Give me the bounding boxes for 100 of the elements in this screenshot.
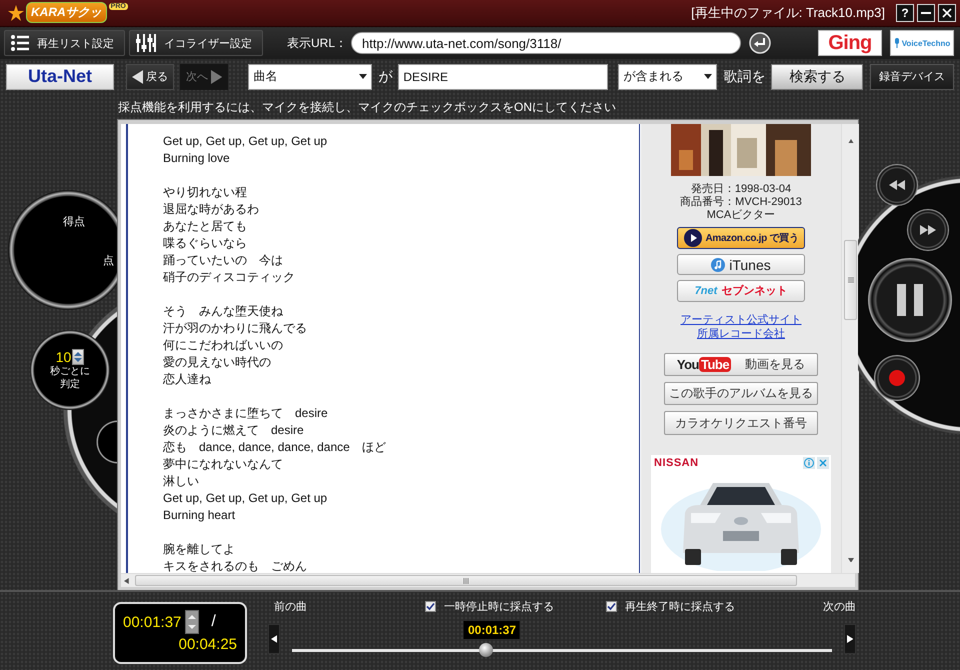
sidebar-link[interactable]: アーティスト公式サイト bbox=[680, 312, 802, 327]
sidebar-button[interactable]: カラオケリクエスト番号 bbox=[664, 411, 818, 435]
lyric-line: Burning heart bbox=[163, 507, 236, 524]
lyric-line: 夢中になれないなんて bbox=[163, 456, 284, 474]
lyric-line: 炎のように燃えて desire bbox=[163, 422, 305, 440]
query-field[interactable]: DESIRE bbox=[398, 64, 608, 90]
option-label: 一時停止時に採点する bbox=[444, 600, 554, 614]
record-icon bbox=[889, 370, 905, 386]
lyric-line: 汗が羽のかわりに飛んでる bbox=[163, 320, 308, 338]
lyric-line: 踊っていたいの 今は bbox=[163, 252, 284, 270]
search-button[interactable]: 検索する bbox=[771, 64, 864, 90]
lyric-line: Get up, Get up, Get up, Get up bbox=[163, 490, 328, 508]
lyric-line: あなたと居ても bbox=[163, 218, 248, 236]
next-track-label: 次の曲 bbox=[823, 600, 856, 614]
next-track-button[interactable] bbox=[844, 624, 856, 654]
app-logo: KARAサクッ bbox=[26, 2, 107, 24]
uta-net-logo[interactable]: Uta-Net bbox=[6, 64, 114, 90]
left-arrow-icon bbox=[132, 70, 144, 84]
back-button[interactable]: 戻る bbox=[126, 64, 174, 90]
equalizer-settings-button[interactable]: イコライザー設定 bbox=[129, 30, 263, 56]
ging-logo[interactable]: Ging bbox=[818, 30, 882, 56]
ad-banner[interactable]: NISSAN bbox=[651, 454, 831, 574]
caret-icon bbox=[359, 74, 368, 80]
interval-label: 秒ごとに bbox=[50, 365, 90, 378]
left-arrow-icon bbox=[270, 635, 278, 644]
equalizer-icon bbox=[136, 34, 156, 52]
fast-forward-button[interactable] bbox=[907, 209, 949, 252]
checkbox[interactable] bbox=[425, 600, 436, 612]
microphone-icon bbox=[894, 38, 900, 48]
previous-track-button[interactable] bbox=[268, 624, 280, 654]
scrollbar-thumb[interactable] bbox=[844, 240, 857, 320]
sidebar-button[interactable]: この歌手のアルバムを見る bbox=[664, 382, 818, 406]
youtube-button[interactable]: YouTube 動画を見る bbox=[664, 352, 818, 376]
interval-value[interactable]: 10 bbox=[56, 349, 72, 366]
list-icon bbox=[11, 35, 29, 52]
amazon-button[interactable]: Amazon.co.jp で買う bbox=[677, 227, 805, 249]
lyric-line: 淋しい bbox=[163, 473, 200, 490]
ad-brand: NISSAN bbox=[654, 456, 699, 469]
time-separator: / bbox=[211, 613, 216, 632]
lyric-line: 喋るぐらいなら bbox=[163, 235, 248, 252]
vertical-scrollbar[interactable] bbox=[841, 124, 859, 574]
rewind-icon bbox=[889, 180, 905, 190]
notice-text: 採点機能を利用するには、マイクを接続し、マイクのチェックボックスをONにしてください bbox=[118, 98, 616, 116]
lyric-line: Burning love bbox=[163, 150, 231, 168]
position-time: 00:01:37 bbox=[464, 621, 520, 640]
seek-thumb[interactable] bbox=[479, 643, 494, 658]
lyric-line: 恋人達ね bbox=[163, 371, 212, 388]
minimize-button[interactable] bbox=[917, 4, 935, 22]
url-label: 表示URL： bbox=[287, 34, 348, 52]
checkbox[interactable] bbox=[606, 600, 617, 612]
play-icon bbox=[684, 229, 702, 248]
seek-bar[interactable] bbox=[292, 643, 832, 658]
pause-icon bbox=[897, 284, 923, 316]
lyric-line: そう みんな堕天使ね bbox=[163, 303, 284, 320]
field-select[interactable]: 曲名 bbox=[248, 64, 372, 90]
previous-track-label: 前の曲 bbox=[274, 600, 307, 614]
spinner-icon[interactable] bbox=[185, 610, 200, 634]
playlist-settings-button[interactable]: 再生リスト設定 bbox=[4, 30, 125, 56]
music-note-icon bbox=[711, 258, 726, 272]
release-date: 発売日：1998-03-04 bbox=[690, 183, 792, 196]
total-time: 00:04:25 bbox=[178, 636, 237, 654]
enter-icon[interactable] bbox=[749, 32, 772, 54]
scroll-down-icon bbox=[848, 558, 854, 562]
lyric-line: 愛の見えない時代の bbox=[163, 354, 272, 372]
itunes-button[interactable]: iTunes bbox=[677, 254, 805, 276]
sevennet-logo: 7net bbox=[694, 284, 718, 297]
url-field[interactable]: http://www.uta-net.com/song/3118/ bbox=[351, 32, 742, 54]
scrollbar-thumb[interactable] bbox=[134, 575, 797, 586]
match-select[interactable]: が含まれる bbox=[618, 64, 718, 90]
spinner-icon[interactable] bbox=[72, 349, 84, 366]
record-label: MCAビクター bbox=[706, 209, 776, 222]
right-arrow-icon bbox=[846, 635, 854, 644]
score-label: 得点 bbox=[63, 214, 85, 230]
youtube-logo: YouTube bbox=[676, 356, 732, 372]
recording-device-button[interactable]: 録音デバイス bbox=[870, 64, 954, 90]
close-icon[interactable] bbox=[817, 456, 829, 469]
lyric-line: 何にこだわればいいの bbox=[163, 337, 284, 354]
lyric-line: Get up, Get up, Get up, Get up bbox=[163, 133, 328, 150]
elapsed-time: 00:01:37 bbox=[123, 614, 182, 631]
info-icon[interactable] bbox=[803, 456, 815, 469]
catalog-number: 商品番号：MVCH-29013 bbox=[680, 196, 802, 209]
voicetechno-logo[interactable]: VoiceTechno bbox=[890, 30, 954, 56]
particle-label: が bbox=[378, 68, 392, 86]
scroll-up-icon bbox=[848, 138, 854, 144]
record-button[interactable] bbox=[874, 355, 920, 402]
lyric-line: まっさかさまに堕ちて desire bbox=[163, 405, 329, 422]
close-button[interactable] bbox=[938, 4, 956, 22]
option-label: 再生終了時に採点する bbox=[625, 600, 735, 614]
sidebar-link[interactable]: 所属レコード会社 bbox=[697, 326, 785, 341]
lyric-line: 恋も dance, dance, dance, dance ほど bbox=[163, 439, 387, 456]
horizontal-scrollbar[interactable] bbox=[121, 573, 855, 588]
score-unit: 点 bbox=[103, 254, 114, 268]
scroll-left-icon bbox=[124, 578, 129, 584]
sevennet-button[interactable]: 7net セブンネット bbox=[677, 280, 805, 302]
interval-label: 判定 bbox=[60, 378, 80, 392]
lyric-line: 硝子のディスコティック bbox=[163, 269, 296, 286]
help-button[interactable]: ? bbox=[896, 4, 914, 22]
rewind-button[interactable] bbox=[876, 164, 918, 206]
lyric-line: 退屈な時があるわ bbox=[163, 201, 260, 218]
right-arrow-icon bbox=[211, 70, 222, 84]
